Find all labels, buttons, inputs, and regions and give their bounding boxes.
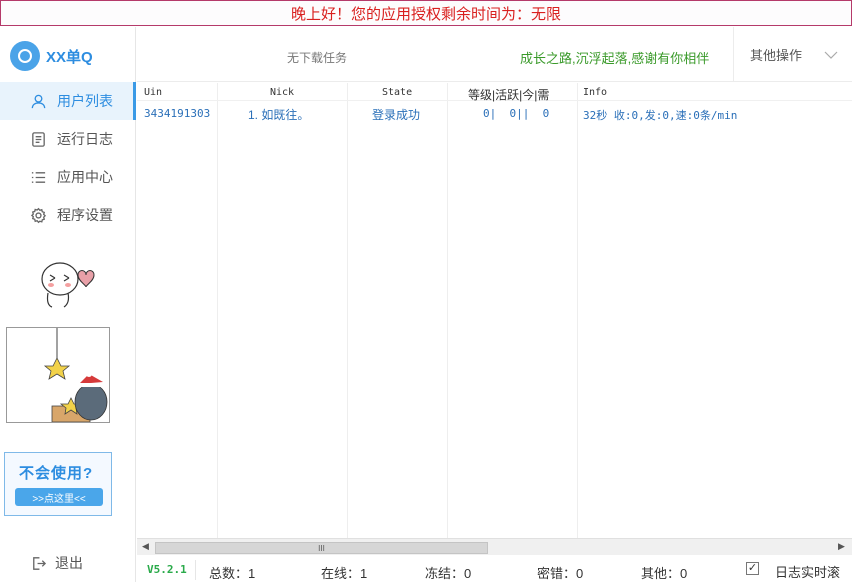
column-header-nick[interactable]: Nick (270, 87, 294, 98)
other-operations-label: 其他操作 (750, 48, 803, 63)
chevron-down-icon (824, 51, 838, 59)
cell-info: 32秒 收:0,发:0,速:0条/min (583, 109, 738, 122)
log-autoscroll-checkbox[interactable]: ✓ (746, 562, 759, 575)
user-icon (31, 94, 46, 108)
sidebar-item-label: 用户列表 (57, 93, 113, 109)
logo-icon (10, 41, 40, 71)
sidebar-item-settings[interactable]: 程序设置 (0, 196, 136, 234)
log-autoscroll-label: 日志实时滚动 (775, 565, 841, 580)
column-header-level[interactable]: 等级|活跃|今|需 (468, 86, 549, 103)
slogan-text: 成长之路,沉浮起落,感谢有你相伴 (520, 51, 710, 66)
version-label: V5.2.1 (147, 563, 187, 576)
frozen-count: 冻结：0 (425, 566, 472, 581)
top-bar: 无下载任务 成长之路,沉浮起落,感谢有你相伴 其他操作 (137, 27, 852, 82)
scroll-left-icon[interactable]: ◀ (142, 541, 149, 552)
cat-star-drawing (43, 328, 108, 423)
sidebar-item-label: 应用中心 (57, 169, 113, 185)
sidebar-item-label: 运行日志 (57, 131, 113, 147)
cell-nick: 1. 如既往。 (248, 108, 310, 122)
other-count: 其他：0 (641, 566, 688, 581)
cell-level: 0| 0|| 0 (483, 107, 550, 120)
scrollbar-grip: III (318, 543, 325, 553)
app-title: XX单Q (46, 48, 93, 66)
banner-text: 晚上好！您的应用授权剩余时间为：无限 (290, 5, 561, 23)
help-link-button[interactable]: >>点这里<< (15, 488, 103, 506)
scrollbar-thumb[interactable]: III (155, 542, 488, 554)
logout-button[interactable]: 退出 (30, 553, 83, 573)
list-icon (31, 171, 46, 183)
column-header-state[interactable]: State (382, 87, 412, 98)
app-logo: XX单Q (10, 41, 93, 71)
total-count: 总数：1 (209, 566, 256, 581)
cell-uin: 3434191303 (144, 107, 211, 120)
sidebar-item-app-center[interactable]: 应用中心 (0, 158, 136, 196)
logout-icon (33, 556, 47, 570)
column-header-info[interactable]: Info (583, 87, 607, 98)
column-divider (577, 83, 578, 538)
status-bar: V5.2.1 总数：1 在线：1 冻结：0 密错：0 其他：0 ✓ 日志实时滚动 (137, 556, 852, 582)
sidebar: XX单Q 用户列表 运行日志 应用中心 程序设置 不会使用? >>点这里<< 退… (0, 27, 136, 582)
logout-label: 退出 (55, 555, 83, 571)
user-table: Uin Nick State 等级|活跃|今|需 Info 3434191303… (137, 83, 852, 538)
column-divider (217, 83, 218, 538)
sidebar-item-run-log[interactable]: 运行日志 (0, 120, 136, 158)
horizontal-scrollbar[interactable]: ◀ III ▶ (137, 538, 852, 555)
log-icon (32, 131, 45, 147)
scroll-right-icon[interactable]: ▶ (838, 541, 845, 552)
sidebar-nav: 用户列表 运行日志 应用中心 程序设置 (0, 82, 136, 234)
help-title: 不会使用? (19, 465, 94, 482)
sidebar-item-user-list[interactable]: 用户列表 (0, 82, 136, 120)
cell-state: 登录成功 (372, 108, 421, 122)
cat-star-sticker-image (6, 327, 110, 423)
password-error-count: 密错：0 (537, 566, 584, 581)
column-header-uin[interactable]: Uin (144, 87, 162, 98)
sidebar-item-label: 程序设置 (57, 207, 113, 223)
greeting-banner: 晚上好！您的应用授权剩余时间为：无限 (0, 0, 852, 26)
download-status: 无下载任务 (287, 51, 348, 65)
status-divider (195, 560, 196, 580)
gear-icon (30, 207, 47, 223)
help-banner[interactable]: 不会使用? >>点这里<< (4, 452, 112, 516)
heart-sticker-image (41, 262, 95, 308)
other-operations-dropdown[interactable]: 其他操作 (733, 27, 852, 82)
column-divider (447, 83, 448, 538)
column-divider (347, 83, 348, 538)
online-count: 在线：1 (321, 566, 368, 581)
